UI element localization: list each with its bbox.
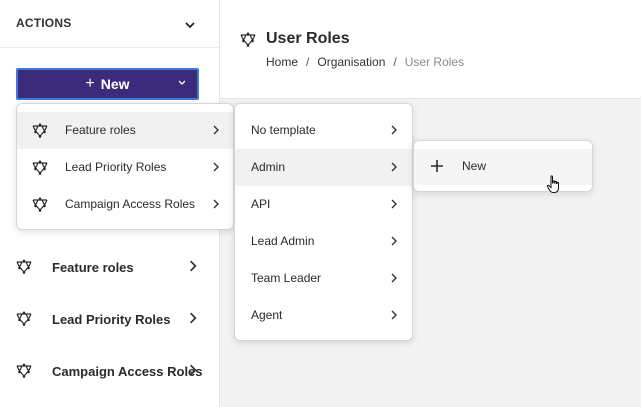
submenu-item-label: Lead Admin	[251, 234, 315, 248]
roles-hierarchy-icon	[32, 123, 48, 139]
sidebar-item-lead-priority-roles[interactable]: Lead Priority Roles	[0, 299, 219, 339]
submenu-item-label: Admin	[251, 160, 286, 174]
sidebar-item-label: Lead Priority Roles	[52, 312, 171, 327]
breadcrumb-home[interactable]: Home	[266, 55, 298, 69]
chevron-right-icon	[390, 236, 398, 246]
breadcrumb-current: User Roles	[404, 55, 465, 69]
submenu-item-admin[interactable]: Admin	[235, 149, 412, 186]
submenu-new-button[interactable]: New	[414, 149, 592, 185]
menu-item-label: Lead Priority Roles	[65, 160, 167, 174]
submenu-item-no-template[interactable]: No template	[235, 112, 412, 149]
sidebar-item-feature-roles[interactable]: Feature roles	[0, 247, 219, 287]
menu-item-label: Campaign Access Roles	[65, 197, 196, 211]
plus-icon: +	[85, 75, 95, 92]
sidebar-item-campaign-access-roles[interactable]: Campaign Access Roles	[0, 351, 219, 391]
plus-icon	[431, 160, 443, 172]
chevron-right-icon	[390, 199, 398, 209]
chevron-right-icon	[212, 125, 220, 135]
submenu-item-agent[interactable]: Agent	[235, 297, 412, 334]
chevron-right-icon	[390, 273, 398, 283]
roles-hierarchy-icon	[16, 259, 32, 275]
chevron-right-icon	[188, 260, 198, 272]
template-submenu: No template Admin API Lead Admin Team Le…	[234, 103, 413, 341]
chevron-right-icon	[212, 162, 220, 172]
new-dropdown-menu: Feature roles Lead Priority Roles Campai…	[16, 103, 234, 230]
roles-hierarchy-icon	[32, 197, 48, 213]
breadcrumb-separator: /	[393, 55, 397, 69]
page-title: User Roles	[266, 30, 350, 47]
breadcrumb-separator: /	[306, 55, 310, 69]
roles-hierarchy-icon	[16, 363, 32, 379]
new-button-label: New	[100, 76, 130, 92]
submenu-item-api[interactable]: API	[235, 186, 412, 223]
sidebar-item-label: Feature roles	[52, 260, 134, 275]
breadcrumb-organisation[interactable]: Organisation	[317, 55, 385, 69]
roles-hierarchy-icon	[16, 311, 32, 327]
hand-pointer-cursor-icon	[546, 175, 559, 193]
chevron-right-icon	[212, 199, 220, 209]
chevron-right-icon	[390, 162, 398, 172]
actions-header[interactable]: ACTIONS	[0, 0, 219, 48]
breadcrumb: Home / Organisation / User Roles	[266, 55, 464, 69]
menu-item-lead-priority-roles[interactable]: Lead Priority Roles	[17, 149, 233, 186]
submenu-new-label: New	[462, 159, 487, 173]
submenu-item-team-leader[interactable]: Team Leader	[235, 260, 412, 297]
submenu-item-label: Agent	[251, 308, 283, 322]
sidebar-item-label: Campaign Access Roles	[52, 364, 203, 379]
chevron-right-icon	[390, 310, 398, 320]
submenu-item-label: Team Leader	[251, 271, 322, 285]
menu-item-feature-roles[interactable]: Feature roles	[17, 112, 233, 149]
new-button[interactable]: + New	[16, 68, 199, 100]
caret-down-icon	[178, 80, 186, 85]
submenu-item-label: API	[251, 197, 271, 211]
actions-title: ACTIONS	[16, 16, 72, 30]
menu-item-label: Feature roles	[65, 123, 136, 137]
chevron-right-icon	[390, 125, 398, 135]
page-header: User Roles Home / Organisation / User Roles	[220, 0, 641, 99]
submenu-item-label: No template	[251, 123, 316, 137]
roles-hierarchy-icon	[32, 160, 48, 176]
roles-hierarchy-icon	[240, 32, 256, 48]
submenu-item-lead-admin[interactable]: Lead Admin	[235, 223, 412, 260]
chevron-right-icon	[188, 364, 198, 376]
chevron-down-icon[interactable]	[181, 16, 199, 34]
menu-item-campaign-access-roles[interactable]: Campaign Access Roles	[17, 186, 233, 223]
chevron-right-icon	[188, 312, 198, 324]
admin-submenu: New	[413, 140, 593, 192]
